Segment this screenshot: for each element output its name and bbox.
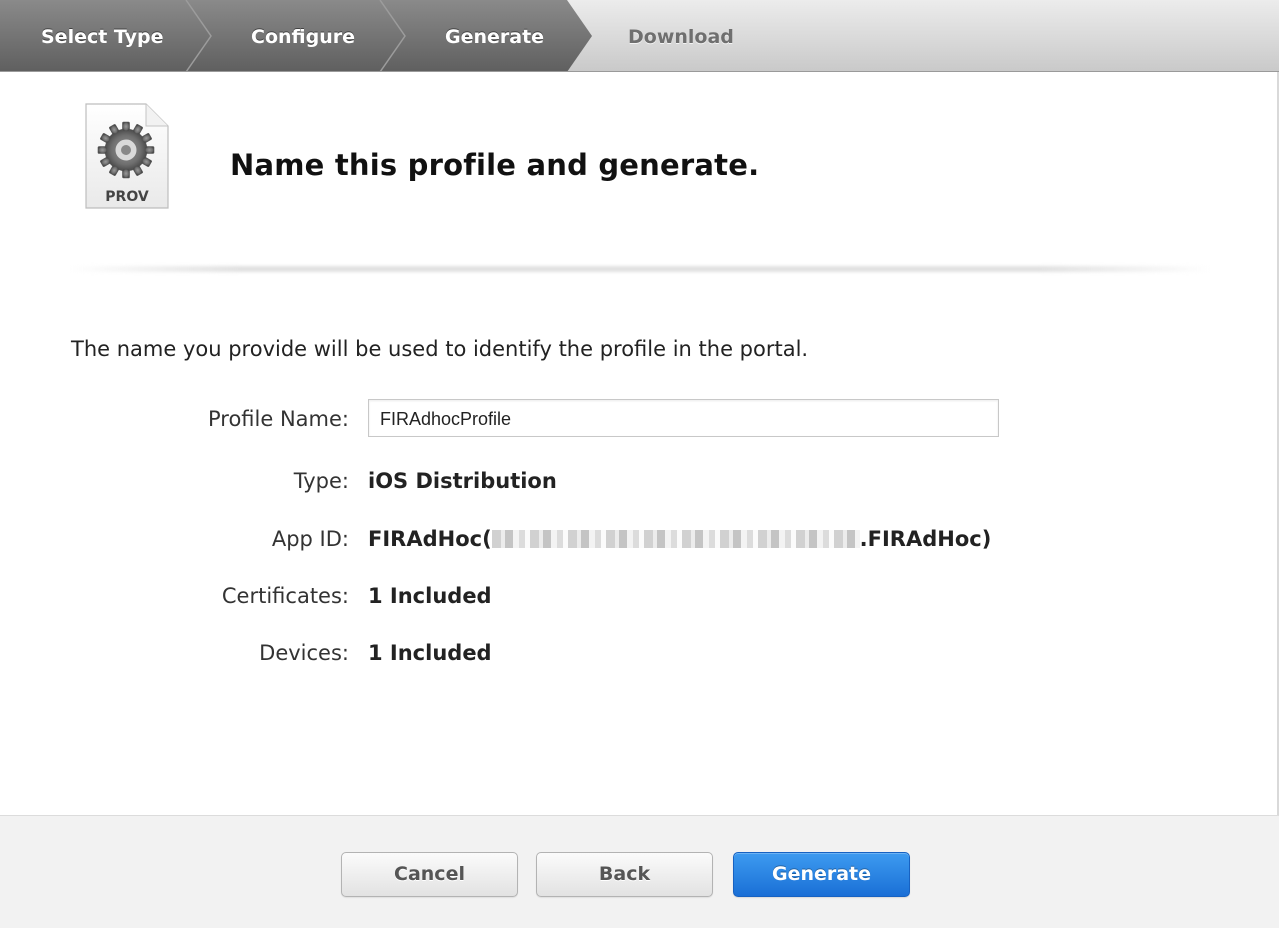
devices-label: Devices: <box>259 641 349 665</box>
devices-row: Devices: 1 Included <box>0 633 1279 673</box>
provisioning-profile-gear-icon: PROV <box>80 100 172 216</box>
app-id-suffix: .FIRAdHoc) <box>859 527 992 551</box>
app-id-prefix: FIRAdHoc( <box>368 527 492 551</box>
step-configure: Configure <box>251 26 355 48</box>
profile-name-row: Profile Name: <box>0 399 1279 439</box>
devices-value: 1 Included <box>368 641 492 665</box>
back-button[interactable]: Back <box>536 852 713 897</box>
certificates-row: Certificates: 1 Included <box>0 576 1279 616</box>
type-row: Type: iOS Distribution <box>0 461 1279 501</box>
page-title: Name this profile and generate. <box>230 148 760 182</box>
prov-icon-label: PROV <box>105 189 149 205</box>
app-id-label: App ID: <box>271 527 349 551</box>
profile-name-label: Profile Name: <box>207 407 349 431</box>
button-footer: Cancel Back Generate <box>0 815 1279 928</box>
redacted-team-id <box>491 530 860 548</box>
generate-button[interactable]: Generate <box>733 852 910 897</box>
step-select-type: Select Type <box>41 26 164 48</box>
section-divider <box>70 266 1210 272</box>
step-download: Download <box>628 26 734 48</box>
step-generate: Generate <box>445 26 545 48</box>
profile-name-input[interactable] <box>368 399 999 437</box>
step-progress-bar: Select Type Configure Generate Download <box>0 0 1279 72</box>
cancel-button[interactable]: Cancel <box>341 852 518 897</box>
app-id-value: FIRAdHoc( .FIRAdHoc) <box>368 519 991 559</box>
type-value: iOS Distribution <box>368 469 557 493</box>
app-id-row: App ID: FIRAdHoc( .FIRAdHoc) <box>0 519 1279 559</box>
certificates-label: Certificates: <box>221 584 349 608</box>
type-label: Type: <box>293 469 349 493</box>
intro-text: The name you provide will be used to ide… <box>71 337 809 361</box>
certificates-value: 1 Included <box>368 584 492 608</box>
